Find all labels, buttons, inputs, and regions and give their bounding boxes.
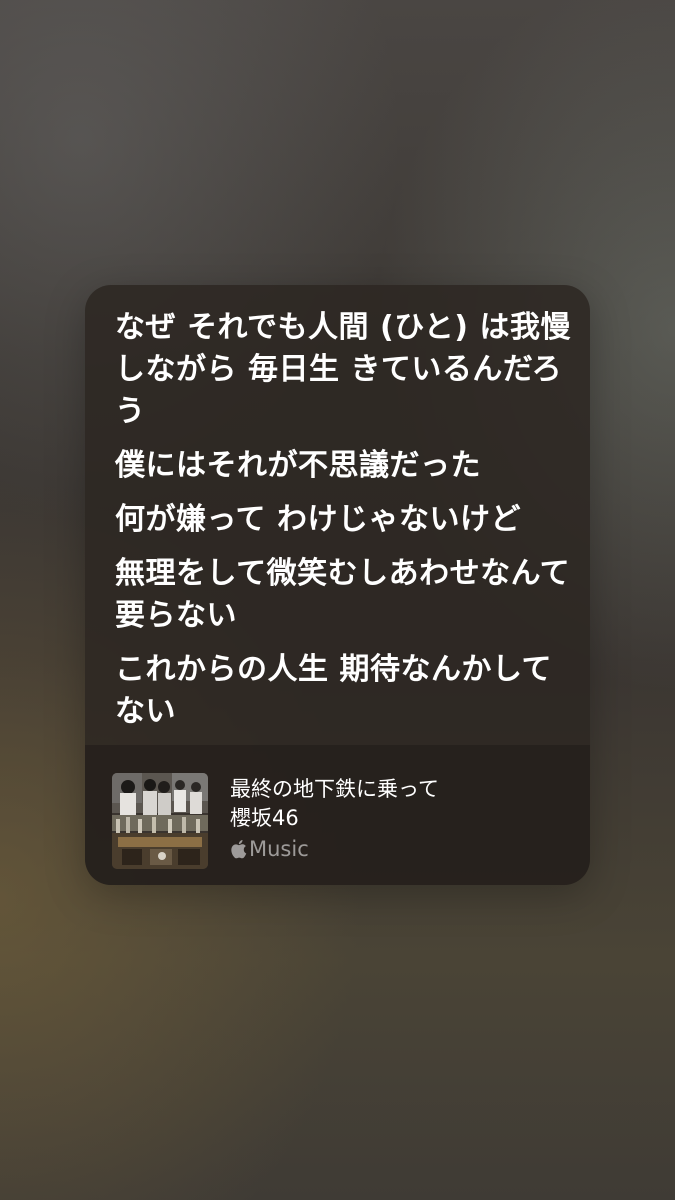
service-label: Music — [249, 837, 309, 861]
artist-name: 櫻坂46 — [230, 806, 299, 830]
lyrics-block: なぜ それでも人間 (ひと) は我慢しながら 毎日生 きているんだろう 僕にはそ… — [115, 307, 575, 745]
lyric-line: 何が嫌って わけじゃないけど — [115, 502, 521, 537]
apple-logo-icon — [231, 840, 247, 859]
track-footer[interactable]: 最終の地下鉄に乗って 櫻坂46 Music — [85, 745, 590, 885]
lyric-line: これからの人生 期待なんかしてない — [115, 652, 553, 729]
album-artwork-image — [112, 773, 208, 869]
lyric-line: 僕にはそれが不思議だった — [115, 448, 481, 483]
lyric-line: 無理をして微笑むしあわせなんて要らない — [115, 556, 571, 633]
album-artwork[interactable] — [112, 773, 208, 869]
track-info: 最終の地下鉄に乗って 櫻坂46 Music — [230, 775, 439, 863]
song-title: 最終の地下鉄に乗って — [230, 777, 439, 801]
apple-music-badge[interactable]: Music — [230, 835, 439, 863]
lyrics-share-card: なぜ それでも人間 (ひと) は我慢しながら 毎日生 きているんだろう 僕にはそ… — [85, 285, 590, 885]
lyric-line: なぜ それでも人間 (ひと) は我慢しながら 毎日生 きているんだろう — [115, 310, 571, 429]
